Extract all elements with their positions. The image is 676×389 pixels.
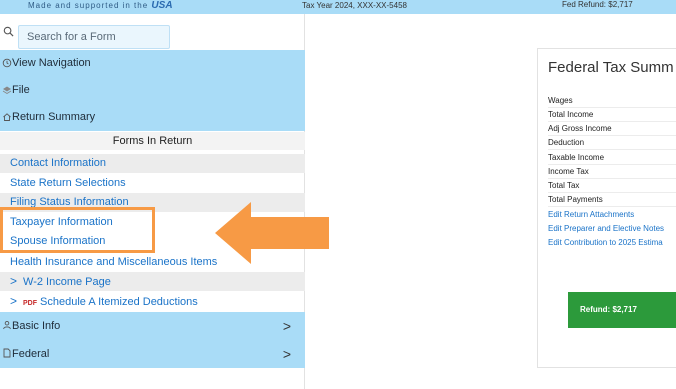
summary-row-deduction: Deduction (548, 136, 676, 150)
tax-year-label: Tax Year 2024, XXX-XX-5458 (302, 1, 407, 10)
federal-item[interactable]: Federal > (0, 340, 305, 368)
forms-in-return-header: Forms In Return (0, 132, 305, 150)
form-link-w2-income[interactable]: > W-2 Income Page (0, 272, 305, 291)
refund-button[interactable]: Refund: $2,717 (568, 292, 676, 328)
layers-icon (2, 86, 12, 95)
chevron-right-icon: > (282, 346, 291, 362)
file-item[interactable]: File (0, 77, 305, 104)
basic-info-item[interactable]: Basic Info > (0, 312, 305, 340)
edit-preparer-notes-link[interactable]: Edit Preparer and Elective Notes (548, 222, 676, 236)
w2-income-label: W-2 Income Page (23, 276, 111, 288)
user-icon (3, 320, 11, 330)
edit-return-attachments-link[interactable]: Edit Return Attachments (548, 208, 676, 222)
federal-label: Federal (12, 348, 50, 360)
search-input[interactable] (18, 25, 170, 49)
brand-usa: USA (151, 0, 173, 11)
top-bar: Made and supported in the USA Tax Year 2… (0, 0, 676, 14)
search-row (0, 20, 305, 49)
summary-row-total-payments: Total Payments (548, 193, 676, 207)
chevron-right-icon: > (282, 318, 291, 334)
brand-subtitle-text: Made and supported in the (28, 1, 149, 10)
basic-info-label: Basic Info (12, 320, 61, 332)
view-navigation-label: View Navigation (12, 57, 91, 69)
edit-contribution-link[interactable]: Edit Contribution to 2025 Estima (548, 236, 676, 250)
history-icon (2, 58, 12, 68)
summary-row-taxable-income: Taxable Income (548, 151, 676, 165)
chevron-right-icon: > (10, 274, 18, 288)
summary-row-wages: Wages (548, 94, 676, 108)
fed-refund-top: Fed Refund: $2,717 (562, 0, 633, 9)
view-navigation-item[interactable]: View Navigation (0, 50, 305, 77)
summary-row-total-tax: Total Tax (548, 179, 676, 193)
pointer-arrow-icon (215, 202, 329, 264)
brand-subtitle: Made and supported in the USA (28, 0, 173, 11)
file-label: File (12, 84, 30, 96)
summary-row-agi: Adj Gross Income (548, 122, 676, 136)
return-summary-label: Return Summary (12, 111, 96, 123)
schedule-a-label: Schedule A Itemized Deductions (40, 296, 198, 308)
search-icon[interactable] (3, 26, 14, 37)
summary-row-total-income: Total Income (548, 108, 676, 122)
form-link-contact-information[interactable]: Contact Information (0, 154, 305, 173)
summary-row-income-tax: Income Tax (548, 165, 676, 179)
home-icon (3, 113, 11, 121)
form-link-schedule-a[interactable]: > PDF Schedule A Itemized Deductions (0, 292, 305, 311)
highlight-box (0, 207, 155, 253)
chevron-right-icon: > (10, 294, 18, 308)
form-link-state-return-selections[interactable]: State Return Selections (0, 174, 305, 193)
return-summary-item[interactable]: Return Summary (0, 104, 305, 131)
pdf-icon: PDF (23, 300, 38, 307)
summary-title: Federal Tax Summ (548, 59, 674, 76)
document-icon (3, 348, 11, 358)
